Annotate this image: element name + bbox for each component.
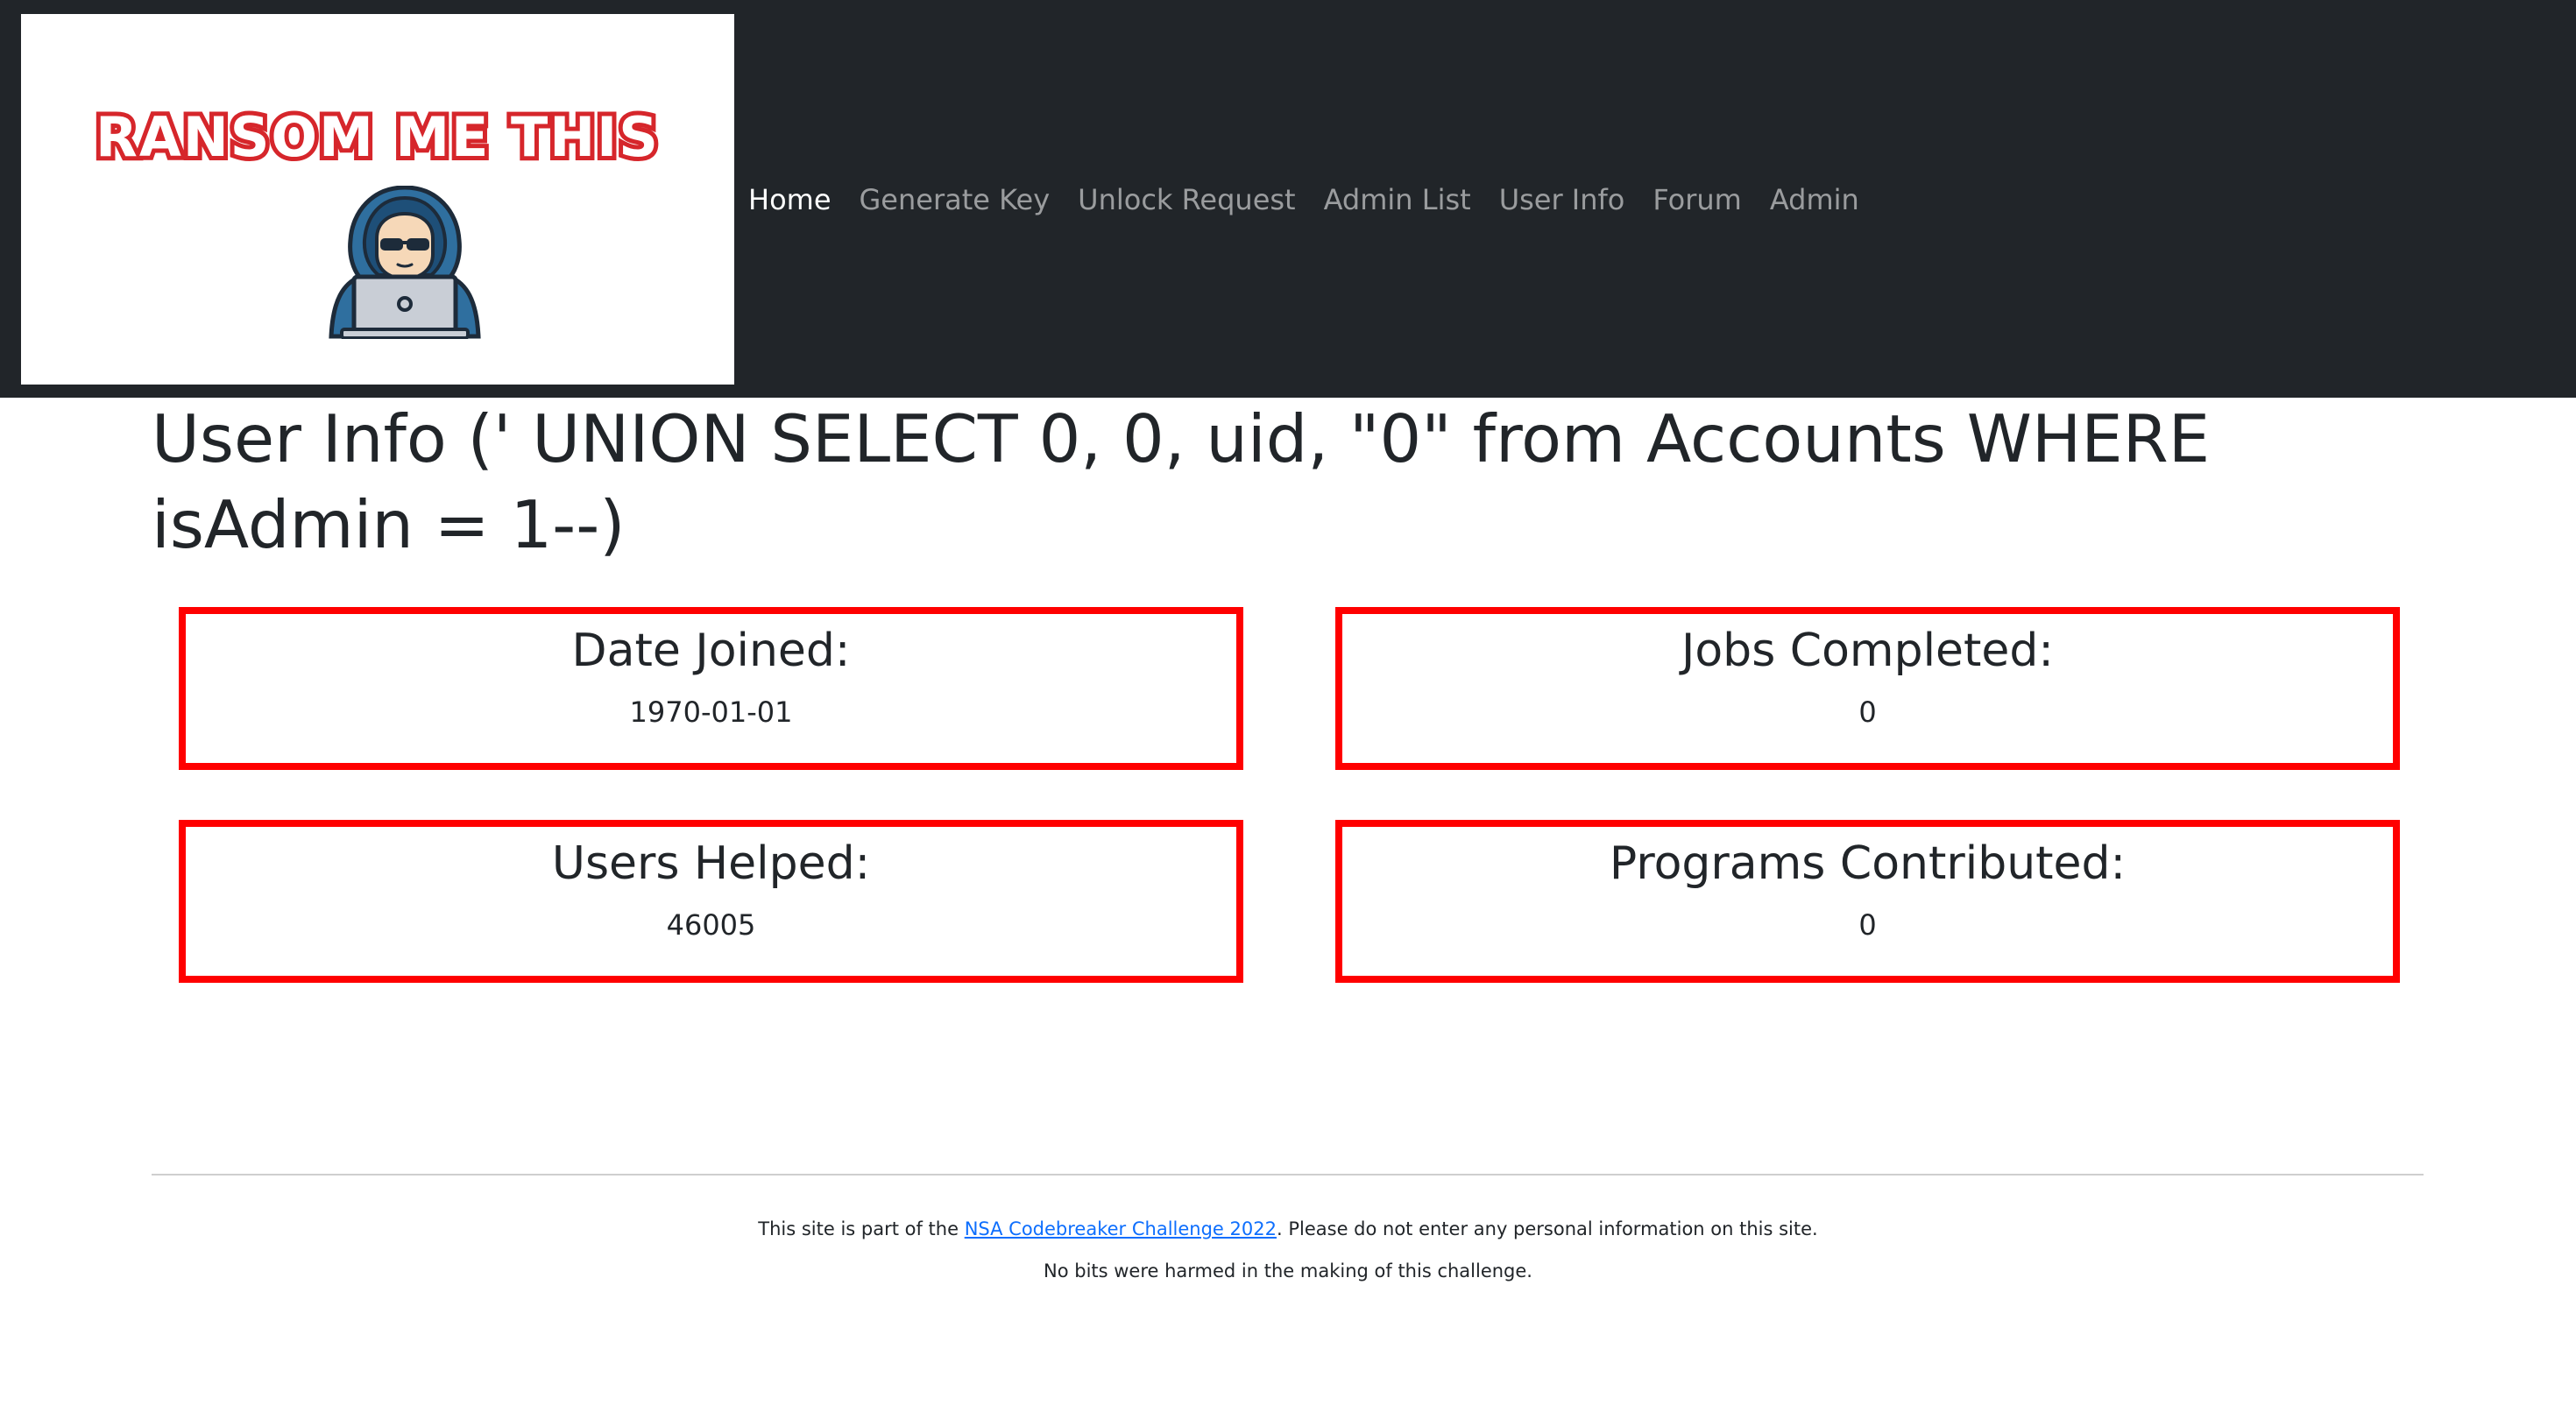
page-title: User Info (' UNION SELECT 0, 0, uid, "0"… bbox=[152, 400, 2211, 563]
stat-value: 1970-01-01 bbox=[629, 695, 793, 729]
nav-link-admin[interactable]: Admin bbox=[1756, 179, 1873, 221]
footer-text-after-link: . Please do not enter any personal infor… bbox=[1276, 1218, 1818, 1239]
nav-link-unlock-request[interactable]: Unlock Request bbox=[1064, 179, 1309, 221]
nav-link-generate-key[interactable]: Generate Key bbox=[846, 179, 1065, 221]
nav-link-forum[interactable]: Forum bbox=[1638, 179, 1755, 221]
stat-card-jobs-completed: Jobs Completed: 0 bbox=[1335, 607, 2400, 770]
stat-value: 46005 bbox=[666, 908, 756, 942]
footer-disclaimer: No bits were harmed in the making of thi… bbox=[1044, 1260, 1532, 1281]
main-nav: Home Generate Key Unlock Request Admin L… bbox=[748, 179, 1873, 221]
stat-label: Jobs Completed: bbox=[1681, 625, 2054, 677]
logo-text: RANSOM ME THIS bbox=[91, 101, 662, 173]
navbar: RANSOM ME THIS Home Generate Key Unlock … bbox=[0, 0, 2576, 398]
stat-value: 0 bbox=[1858, 695, 1877, 729]
stat-label: Date Joined: bbox=[571, 625, 851, 677]
footer-divider bbox=[152, 1174, 2424, 1175]
codebreaker-challenge-link[interactable]: NSA Codebreaker Challenge 2022 bbox=[965, 1218, 1277, 1239]
footer-notice: This site is part of the NSA Codebreaker… bbox=[0, 1216, 2576, 1242]
hooded-hacker-laptop-icon bbox=[324, 185, 485, 340]
site-logo[interactable]: RANSOM ME THIS bbox=[21, 14, 734, 385]
stat-label: Programs Contributed: bbox=[1609, 837, 2127, 890]
nav-link-home[interactable]: Home bbox=[748, 179, 846, 221]
stat-card-date-joined: Date Joined: 1970-01-01 bbox=[179, 607, 1243, 770]
nav-link-admin-list[interactable]: Admin List bbox=[1310, 179, 1485, 221]
stat-label: Users Helped: bbox=[551, 837, 871, 890]
stat-card-users-helped: Users Helped: 46005 bbox=[179, 820, 1243, 983]
footer-text-before-link: This site is part of the bbox=[758, 1218, 965, 1239]
stat-value: 0 bbox=[1858, 908, 1877, 942]
nav-link-user-info[interactable]: User Info bbox=[1485, 179, 1639, 221]
stat-card-programs-contributed: Programs Contributed: 0 bbox=[1335, 820, 2400, 983]
